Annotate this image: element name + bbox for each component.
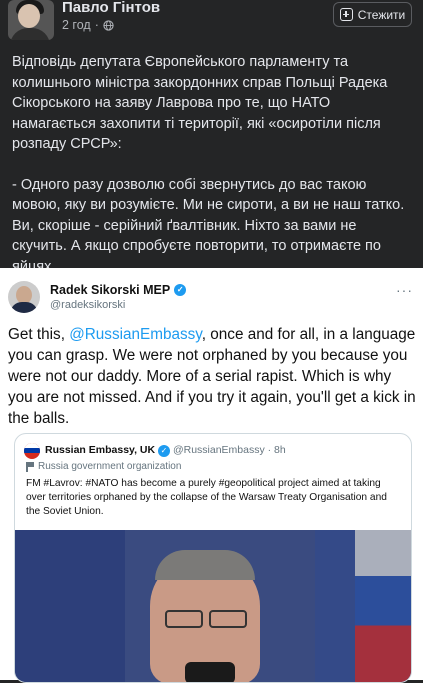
quoted-author: Russian Embassy, UK <box>45 444 156 456</box>
tweet-avatar <box>8 281 40 313</box>
quoted-handle: @RussianEmbassy · 8h <box>172 444 286 456</box>
post-meta: 2 год · <box>62 18 114 32</box>
photo-person-hair <box>155 550 255 580</box>
tweet-avatar-body <box>10 302 38 313</box>
author-name[interactable]: Павло Гінтов <box>62 0 160 16</box>
embassy-avatar <box>24 443 40 459</box>
more-options-icon: ··· <box>396 282 413 298</box>
quoted-header: Russian Embassy, UK ✓ @RussianEmbassy · … <box>45 444 286 457</box>
post-paragraph: - Одного разу дозволю собі звернутись до… <box>12 176 405 275</box>
tweet-text-start: Get this, <box>8 326 70 343</box>
post-time[interactable]: 2 год <box>62 18 91 32</box>
photo-flag <box>355 530 411 682</box>
government-org-label: Russia government organization <box>26 461 181 472</box>
quoted-tweet: Russian Embassy, UK ✓ @RussianEmbassy · … <box>14 433 412 683</box>
tweet-author: Radek Sikorski MEP ✓ <box>50 283 187 297</box>
verified-badge-icon: ✓ <box>174 284 187 296</box>
flag-icon <box>26 461 34 472</box>
facebook-post: Павло Гінтов 2 год · Стежити Відповідь д… <box>0 0 423 275</box>
org-label-text: Russia government organization <box>38 461 182 472</box>
author-avatar[interactable] <box>8 0 54 40</box>
follow-button[interactable]: Стежити <box>333 2 412 27</box>
avatar-body <box>10 28 50 40</box>
tweet-handle: @radeksikorski <box>50 299 126 311</box>
lavrov-photo <box>15 530 411 682</box>
tweet-author-name: Radek Sikorski MEP <box>50 283 171 297</box>
verified-badge-icon: ✓ <box>158 445 171 457</box>
tweet-screenshot[interactable]: Radek Sikorski MEP ✓ @radeksikorski ··· … <box>0 268 423 683</box>
photo-glasses-left <box>165 610 203 628</box>
post-paragraph: Відповідь депутата Європейського парламе… <box>12 54 388 152</box>
quoted-text: FM #Lavrov: #NATO has become a purely #g… <box>26 478 387 517</box>
photo-background-left <box>15 530 125 682</box>
post-text: Відповідь депутата Європейського парламе… <box>12 52 412 297</box>
dot-separator: · <box>94 18 99 32</box>
globe-icon <box>103 19 114 31</box>
follow-icon <box>339 8 353 21</box>
avatar-face <box>18 4 40 28</box>
tweet-mention: @RussianEmbassy <box>69 326 202 343</box>
photo-glasses-right <box>209 610 247 628</box>
follow-label: Стежити <box>357 7 406 22</box>
tweet-text: Get this, @RussianEmbassy, once and for … <box>8 324 416 429</box>
